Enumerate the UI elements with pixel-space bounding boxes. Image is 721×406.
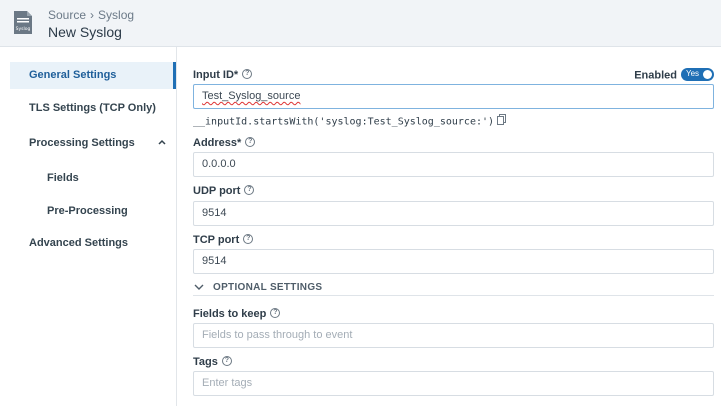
- sidebar-item-tls-settings[interactable]: TLS Settings (TCP Only): [10, 95, 175, 122]
- sidebar-item-label: Advanced Settings: [29, 237, 129, 249]
- help-icon[interactable]: ?: [245, 137, 256, 148]
- help-icon[interactable]: ?: [243, 234, 254, 245]
- sidebar-item-label: General Settings: [29, 69, 117, 81]
- sidebar-item-processing-settings[interactable]: Processing Settings: [10, 130, 175, 157]
- tags-input[interactable]: Enter tags: [193, 371, 714, 396]
- chevron-up-icon[interactable]: [157, 137, 167, 147]
- page-header: Syslog Source › Syslog New Syslog: [0, 0, 721, 47]
- help-icon[interactable]: ?: [221, 356, 232, 367]
- input-id-label: Input ID*?: [193, 69, 253, 81]
- toggle-knob: [703, 70, 712, 79]
- tags-placeholder: Enter tags: [202, 377, 253, 389]
- address-field[interactable]: 0.0.0.0: [193, 152, 714, 177]
- breadcrumb: Source › Syslog: [48, 8, 134, 22]
- page-title: New Syslog: [48, 24, 122, 40]
- udp-port-label-text: UDP port: [193, 185, 241, 197]
- sidebar-item-label: TLS Settings (TCP Only): [29, 102, 156, 114]
- sidebar-item-label: Fields: [47, 172, 79, 184]
- help-icon[interactable]: ?: [244, 185, 255, 196]
- settings-form: Input ID*? Enabled Yes Test_Syslog_source…: [193, 47, 714, 406]
- udp-port-field[interactable]: 9514: [193, 201, 714, 226]
- sidebar-item-label: Pre-Processing: [47, 205, 128, 217]
- help-icon[interactable]: ?: [242, 69, 253, 80]
- tags-label-text: Tags: [193, 356, 218, 368]
- syslog-icon: Syslog: [14, 11, 32, 34]
- sidebar-item-advanced-settings[interactable]: Advanced Settings: [10, 230, 175, 257]
- sidebar-item-label: Processing Settings: [29, 137, 135, 149]
- fields-to-keep-placeholder: Fields to pass through to event: [202, 329, 353, 341]
- fields-to-keep-label: Fields to keep?: [193, 308, 281, 320]
- breadcrumb-current: Syslog: [98, 8, 135, 22]
- fields-to-keep-input[interactable]: Fields to pass through to event: [193, 323, 714, 348]
- sidebar-item-pre-processing[interactable]: Pre-Processing: [10, 198, 175, 225]
- sidebar-item-fields[interactable]: Fields: [10, 165, 175, 192]
- input-id-field[interactable]: Test_Syslog_source: [193, 84, 714, 109]
- input-id-expression: __inputId.startsWith('syslog:Test_Syslog…: [193, 114, 507, 128]
- sidebar-item-general-settings[interactable]: General Settings: [10, 62, 176, 89]
- tcp-port-label: TCP port?: [193, 234, 254, 246]
- chevron-down-icon: [194, 284, 204, 290]
- tcp-port-value: 9514: [202, 255, 227, 267]
- enabled-control: Enabled Yes: [634, 68, 714, 82]
- address-label-text: Address*: [193, 137, 242, 149]
- help-icon[interactable]: ?: [270, 308, 281, 319]
- enabled-label: Enabled: [634, 69, 677, 82]
- expression-text: __inputId.startsWith('syslog:Test_Syslog…: [193, 116, 495, 128]
- input-id-value: Test_Syslog_source: [202, 90, 301, 102]
- address-label: Address*?: [193, 137, 256, 149]
- tags-label: Tags?: [193, 356, 232, 368]
- icon-label: Syslog: [16, 26, 31, 32]
- enabled-toggle[interactable]: Yes: [681, 68, 714, 81]
- toggle-text: Yes: [686, 69, 700, 78]
- breadcrumb-separator: ›: [90, 8, 95, 22]
- breadcrumb-parent[interactable]: Source: [48, 8, 86, 22]
- optional-settings-label: OPTIONAL SETTINGS: [213, 282, 323, 293]
- optional-settings-toggle[interactable]: OPTIONAL SETTINGS: [193, 281, 714, 296]
- udp-port-value: 9514: [202, 207, 227, 219]
- udp-port-label: UDP port?: [193, 185, 255, 197]
- sidebar: General Settings TLS Settings (TCP Only)…: [0, 47, 177, 406]
- tcp-port-field[interactable]: 9514: [193, 249, 714, 274]
- address-value: 0.0.0.0: [202, 158, 236, 170]
- copy-icon[interactable]: [497, 114, 507, 125]
- fields-to-keep-label-text: Fields to keep: [193, 308, 267, 320]
- input-id-label-text: Input ID*: [193, 69, 239, 81]
- tcp-port-label-text: TCP port: [193, 234, 240, 246]
